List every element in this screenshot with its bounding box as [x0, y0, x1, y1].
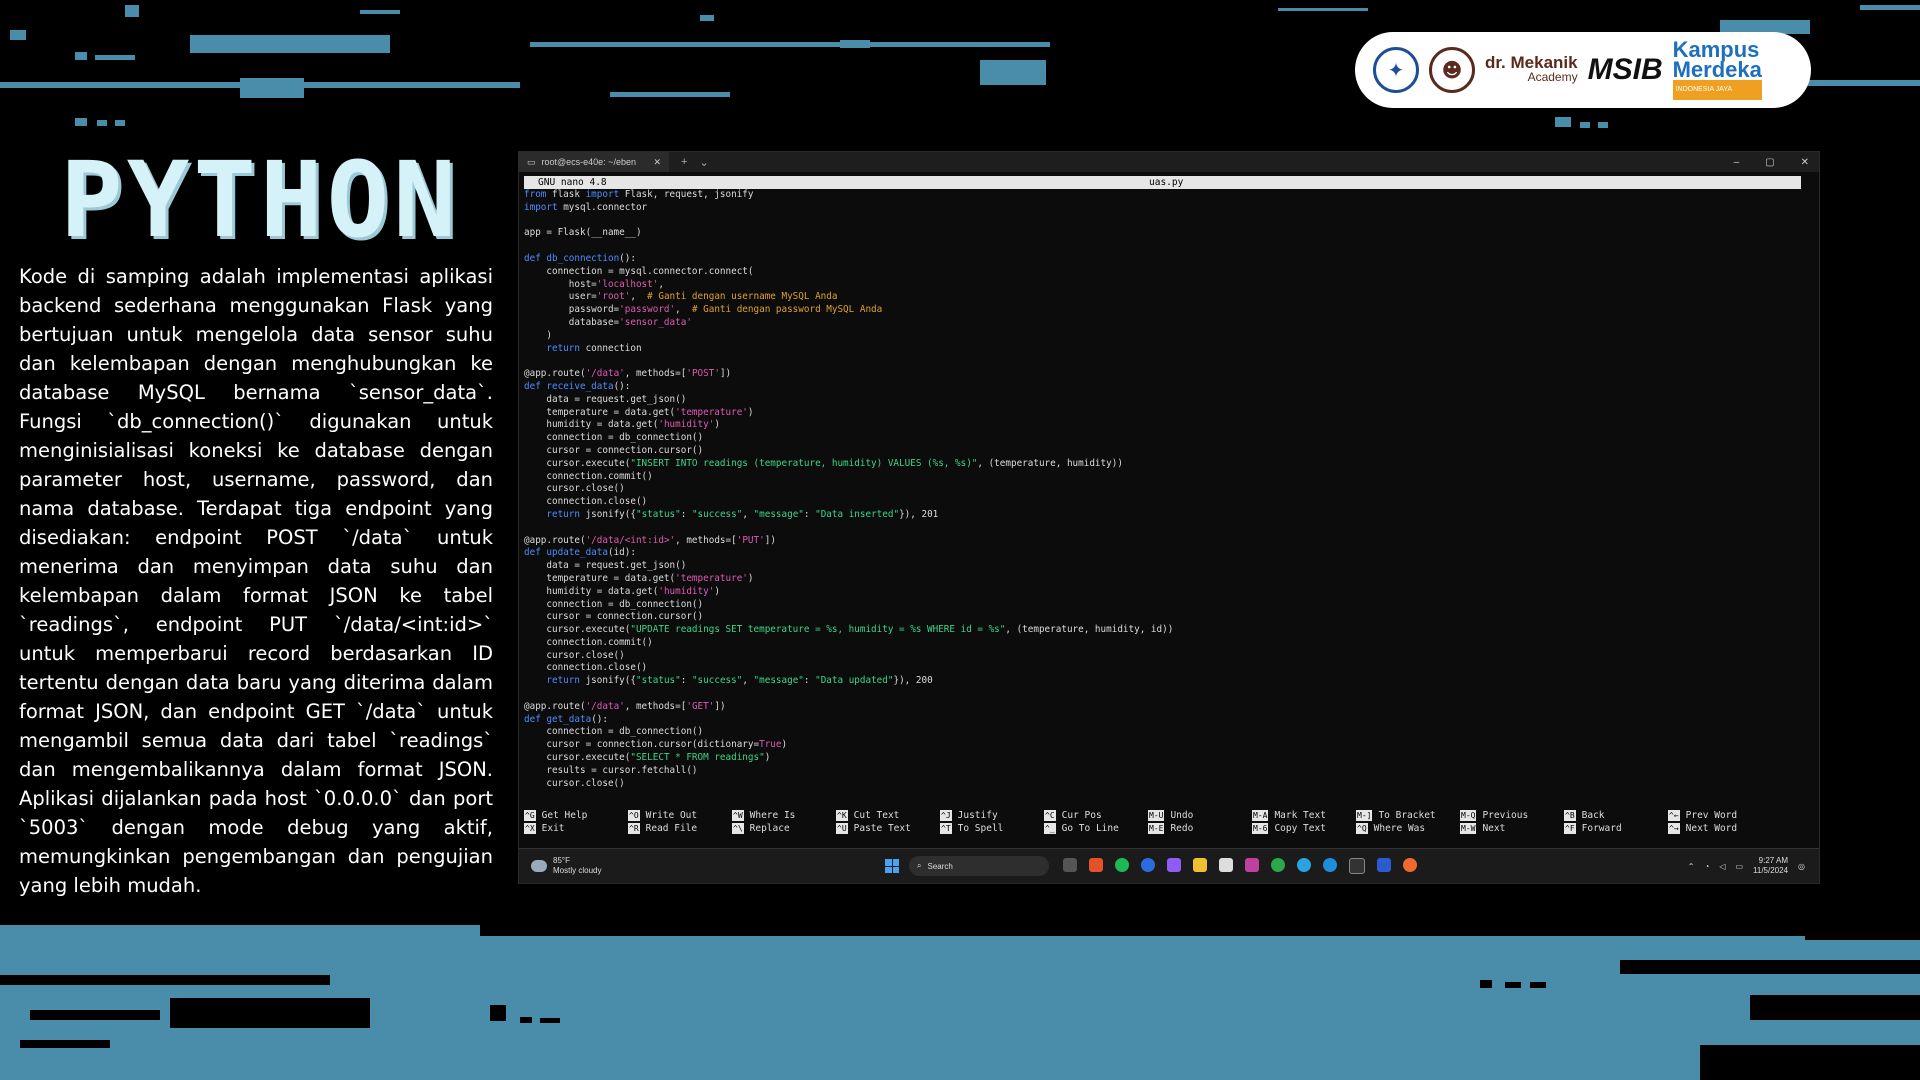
shortcut-item[interactable]: ^K Cut Text: [836, 809, 940, 822]
terminal-icon: ▭: [527, 156, 536, 167]
shortcut-item[interactable]: M-E Redo: [1148, 822, 1252, 835]
new-tab-button[interactable]: +: [681, 156, 687, 168]
shortcut-item[interactable]: ^W Where Is: [732, 809, 836, 822]
tab-dropdown-button[interactable]: ⌄: [699, 156, 708, 169]
mekanik-name: dr. Mekanik: [1485, 53, 1578, 72]
nano-version: GNU nano 4.8: [538, 177, 607, 188]
weather-desc: Mostly cloudy: [553, 866, 602, 875]
wifi-icon[interactable]: ◔: [1704, 862, 1709, 871]
windows-start-icon[interactable]: [885, 859, 899, 873]
kemendikbud-logo-icon: ✦: [1373, 47, 1419, 93]
shortcut-item[interactable]: ^T To Spell: [940, 822, 1044, 835]
volume-icon[interactable]: ◁: [1719, 862, 1725, 871]
shortcut-item[interactable]: M-Q Previous: [1460, 809, 1564, 822]
copilot-icon[interactable]: [1167, 858, 1181, 872]
terminal-app-icon[interactable]: [1349, 858, 1365, 874]
store-icon[interactable]: [1219, 858, 1233, 872]
shortcut-item[interactable]: ^← Prev Word: [1668, 809, 1772, 822]
terminal-tab[interactable]: ▭ root@ecs-e40e: ~/eben ✕: [519, 152, 669, 172]
cloud-icon: [531, 860, 547, 872]
terminal-tabbar: ▭ root@ecs-e40e: ~/eben ✕ + ⌄ – ▢ ✕: [519, 152, 1819, 172]
nano-filename: uas.py: [1149, 177, 1184, 188]
search-icon: ⌕: [917, 861, 922, 870]
notification-icon[interactable]: ◎: [1798, 862, 1805, 871]
xbox-icon[interactable]: [1271, 858, 1285, 872]
shortcut-item[interactable]: ^_ Go To Line: [1044, 822, 1148, 835]
brave-icon[interactable]: [1089, 858, 1103, 872]
mekanik-sub: Academy: [1527, 70, 1578, 84]
shortcut-item[interactable]: ^\ Replace: [732, 822, 836, 835]
clock-time: 9:27 AM: [1758, 856, 1789, 865]
shortcut-item[interactable]: ^G Get Help: [524, 809, 628, 822]
shortcut-item[interactable]: ^→ Next Word: [1668, 822, 1772, 835]
minimize-button[interactable]: –: [1734, 157, 1740, 168]
shortcut-item[interactable]: M-U Undo: [1148, 809, 1252, 822]
telegram-icon[interactable]: [1297, 858, 1311, 872]
shortcut-item[interactable]: M-W Next: [1460, 822, 1564, 835]
shortcut-item[interactable]: M-A Mark Text: [1252, 809, 1356, 822]
partner-logos: ✦ ☻ dr. Mekanik Academy MSIB Kampus Merd…: [1355, 32, 1811, 108]
shortcut-item[interactable]: ^B Back: [1564, 809, 1668, 822]
chevron-up-icon[interactable]: ⌃: [1688, 862, 1695, 871]
kampus-merdeka-logo: Kampus Merdeka INDONESIA JAYA: [1672, 39, 1762, 100]
shortcut-item[interactable]: ^R Read File: [628, 822, 732, 835]
shortcut-item[interactable]: ^C Cur Pos: [1044, 809, 1148, 822]
clock[interactable]: 9:27 AM 11/5/2024: [1753, 856, 1788, 876]
shortcut-item[interactable]: ^X Exit: [524, 822, 628, 835]
maximize-button[interactable]: ▢: [1765, 157, 1774, 168]
clock-date: 11/5/2024: [1753, 866, 1789, 875]
slide-description: Kode di samping adalah implementasi apli…: [19, 265, 493, 897]
system-tray: ⌃ ◔ ◁ ▭ 9:27 AM 11/5/2024 ◎: [1688, 856, 1819, 876]
file-explorer-icon[interactable]: [1193, 858, 1207, 872]
mekanik-logo-icon: ☻: [1429, 47, 1475, 93]
battery-icon[interactable]: ▭: [1735, 862, 1743, 871]
terminal-window[interactable]: ▭ root@ecs-e40e: ~/eben ✕ + ⌄ – ▢ ✕ GNU …: [518, 151, 1820, 884]
mekanik-logo-text: dr. Mekanik Academy: [1485, 53, 1578, 85]
taskbar-search[interactable]: ⌕ Search: [909, 856, 1049, 876]
weather-temp: 85°F: [553, 856, 570, 865]
shortcut-item[interactable]: M-] To Bracket: [1356, 809, 1460, 822]
spotify-icon[interactable]: [1115, 858, 1129, 872]
kampus-line-3: INDONESIA JAYA: [1672, 80, 1762, 100]
nano-header: GNU nano 4.8 uas.py: [524, 176, 1801, 189]
media-icon[interactable]: [1245, 858, 1259, 872]
tab-close-icon[interactable]: ✕: [653, 157, 661, 168]
slide-title: PYTHON: [60, 139, 460, 261]
msib-logo: MSIB: [1587, 53, 1663, 86]
code-editor[interactable]: from flask import Flask, request, jsonif…: [519, 189, 1819, 790]
kampus-line-2: Merdeka: [1672, 57, 1762, 82]
zoom-icon[interactable]: [1141, 858, 1155, 872]
taskbar-apps: [1063, 858, 1417, 874]
tab-title: root@ecs-e40e: ~/eben: [541, 157, 636, 167]
search-placeholder: Search: [927, 861, 953, 871]
weather-widget[interactable]: 85°F Mostly cloudy: [519, 856, 881, 876]
shortcut-item[interactable]: M-6 Copy Text: [1252, 822, 1356, 835]
task-view-icon[interactable]: [1063, 858, 1077, 872]
app-icon[interactable]: [1403, 858, 1417, 872]
edge-icon[interactable]: [1323, 858, 1337, 872]
word-icon[interactable]: [1377, 858, 1391, 872]
shortcut-item[interactable]: ^U Paste Text: [836, 822, 940, 835]
nano-shortcut-bar: ^G Get Help ^O Write Out ^W Where Is ^K Cut …: [524, 809, 1772, 835]
shortcut-item[interactable]: ^J Justify: [940, 809, 1044, 822]
windows-taskbar: 85°F Mostly cloudy ⌕ Search ⌃ ◔ ◁ ▭ 9:27…: [519, 848, 1819, 883]
shortcut-item[interactable]: ^F Forward: [1564, 822, 1668, 835]
shortcut-item[interactable]: ^O Write Out: [628, 809, 732, 822]
shortcut-item[interactable]: ^Q Where Was: [1356, 822, 1460, 835]
close-window-button[interactable]: ✕: [1801, 157, 1809, 168]
